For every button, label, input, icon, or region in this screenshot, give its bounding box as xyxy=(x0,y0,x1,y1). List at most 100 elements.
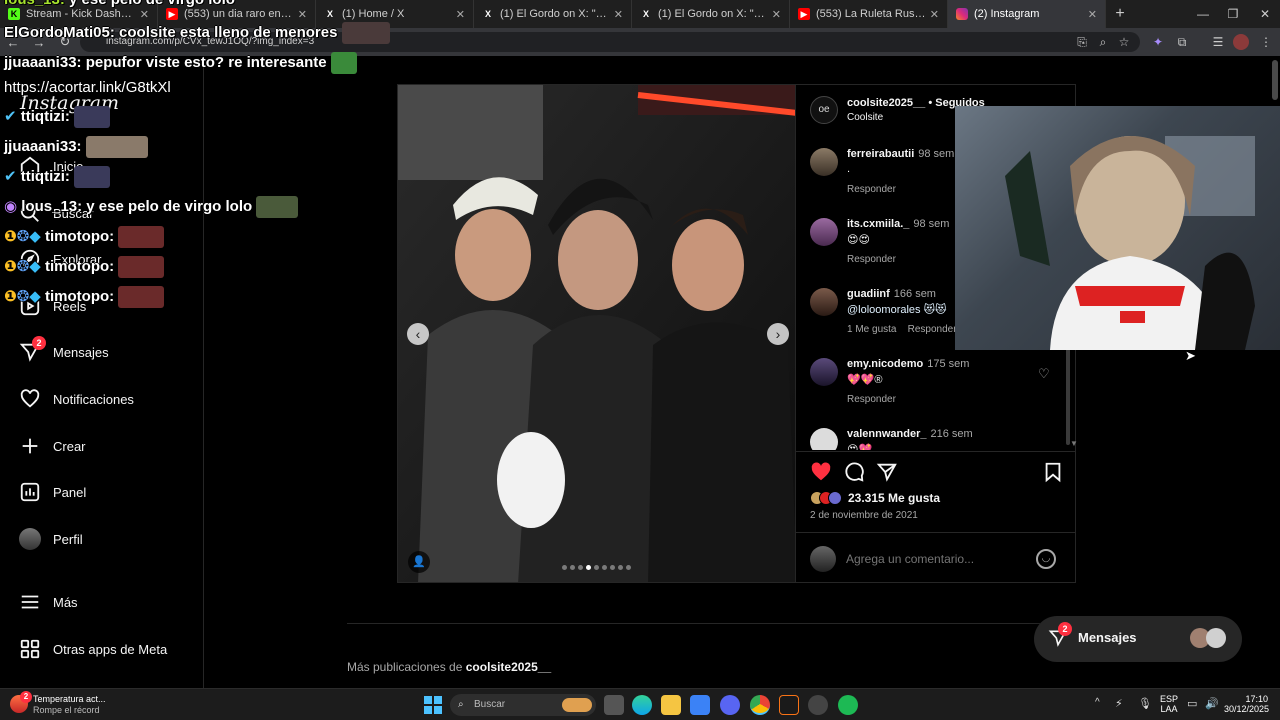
reply-link[interactable]: Responder xyxy=(908,324,957,335)
comment-username[interactable]: emy.nicodemo xyxy=(847,358,923,370)
sidebar-item-crear[interactable]: Crear xyxy=(18,433,86,459)
browser-tab[interactable]: ▶ (553) La Ruleta Rusa Real Que ✕ xyxy=(790,0,948,28)
new-tab-button[interactable]: + xyxy=(1106,5,1134,23)
carousel-prev-button[interactable]: ‹ xyxy=(407,323,429,345)
comment-icon[interactable] xyxy=(843,461,865,488)
minimize-icon[interactable]: — xyxy=(1188,0,1218,28)
avatar[interactable] xyxy=(810,288,838,316)
likes-count[interactable]: 23.315 Me gusta xyxy=(848,491,940,505)
comment-time: 175 sem xyxy=(927,358,970,370)
comment-username[interactable]: valennwander_ xyxy=(847,428,926,440)
page-scrollbar[interactable] xyxy=(1272,60,1278,100)
meta-apps-icon xyxy=(18,637,42,661)
chat-message: https://acortar.link/G8tkXl xyxy=(4,79,171,96)
chat-message: lous_13: y ese pelo de virgo lolo xyxy=(4,0,235,8)
zoom-icon[interactable]: ⌕ xyxy=(1095,34,1111,50)
reply-link[interactable]: Responder xyxy=(847,254,896,265)
chat-username: lous_13: xyxy=(21,197,83,215)
maximize-icon[interactable]: ❐ xyxy=(1218,0,1248,28)
reply-link[interactable]: Responder xyxy=(847,184,896,195)
more-posts-user[interactable]: coolsite2025__ xyxy=(466,660,551,674)
comment-username[interactable]: guadiinf xyxy=(847,288,890,300)
sidebar-item-mensajes[interactable]: 2 Mensajes xyxy=(18,336,109,365)
obs-icon[interactable] xyxy=(779,695,799,715)
avatar[interactable] xyxy=(810,428,838,450)
close-icon[interactable]: ✕ xyxy=(456,8,465,21)
clock[interactable]: 17:10 30/12/2025 xyxy=(1224,694,1269,714)
browser-menu-icon[interactable]: ⋮ xyxy=(1258,34,1274,50)
share-icon[interactable] xyxy=(876,461,898,488)
badge-icon: ◆ xyxy=(29,227,41,245)
emoji-icon[interactable]: ◡ xyxy=(1036,549,1056,569)
more-posts-prefix: Más publicaciones de xyxy=(347,660,466,674)
close-icon[interactable]: ✕ xyxy=(140,8,149,21)
messages-pill-label: Mensajes xyxy=(1078,630,1137,645)
microphone-icon[interactable]: 🎙 xyxy=(1138,697,1152,710)
chat-text: y ese pelo de virgo lolo xyxy=(86,197,253,215)
chrome-icon[interactable] xyxy=(750,695,770,715)
reply-link[interactable]: Responder xyxy=(847,394,896,405)
spotify-icon[interactable] xyxy=(838,695,858,715)
close-icon[interactable]: ✕ xyxy=(1088,8,1097,21)
window-close-icon[interactable]: ✕ xyxy=(1250,0,1280,28)
comment-username[interactable]: ferreirabautii xyxy=(847,148,914,160)
sidebar-item-notificaciones[interactable]: Notificaciones xyxy=(18,386,134,412)
close-icon[interactable]: ✕ xyxy=(298,8,307,21)
chat-message: ElGordoMati05: coolsite esta lleno de me… xyxy=(4,22,390,44)
store-icon[interactable] xyxy=(690,695,710,715)
browser-tab[interactable]: X (1) El Gordo on X: "Cuando ✕ xyxy=(474,0,632,28)
network-icon[interactable]: ⚡ xyxy=(1115,697,1123,710)
avatar[interactable] xyxy=(810,358,838,386)
sidebar-item-perfil[interactable]: Perfil xyxy=(18,526,83,552)
chat-username: timotopo: xyxy=(45,257,115,275)
author-username[interactable]: coolsite2025__ xyxy=(847,97,925,109)
comment-likes[interactable]: 1 Me gusta xyxy=(847,324,896,335)
author-avatar[interactable]: oe xyxy=(810,96,838,124)
taskbar-search[interactable]: ⌕ Buscar xyxy=(450,694,596,716)
steam-icon[interactable] xyxy=(808,695,828,715)
carousel-dot xyxy=(610,565,615,570)
scroll-down-arrow-icon[interactable]: ▼ xyxy=(1070,439,1078,448)
task-view-icon[interactable] xyxy=(604,695,624,715)
avatar[interactable] xyxy=(810,148,838,176)
comment-username[interactable]: its.cxmiila._ xyxy=(847,218,909,230)
sidebar-item-meta-apps[interactable]: Otras apps de Meta xyxy=(18,636,167,662)
language-indicator[interactable]: ESP LAA xyxy=(1160,694,1178,714)
file-explorer-icon[interactable] xyxy=(661,695,681,715)
weather-title[interactable]: Temperatura act... xyxy=(33,694,106,704)
discord-icon[interactable] xyxy=(720,695,740,715)
close-icon[interactable]: ✕ xyxy=(772,8,781,21)
avatar xyxy=(810,546,836,572)
extensions-puzzle-icon[interactable]: ⧉ xyxy=(1174,34,1190,50)
sidebar-item-label: Panel xyxy=(53,484,87,500)
tagged-user-icon[interactable]: 👤 xyxy=(408,551,430,573)
tray-overflow-icon[interactable]: ^ xyxy=(1095,697,1100,708)
cast-icon[interactable]: ⎘ xyxy=(1074,34,1090,50)
sidebar-item-panel[interactable]: Panel xyxy=(18,479,86,505)
display-icon[interactable]: ▭ xyxy=(1187,697,1197,710)
windows-start-icon[interactable] xyxy=(424,696,442,719)
like-icon[interactable] xyxy=(810,461,832,488)
extension-icon[interactable]: ✦ xyxy=(1150,34,1166,50)
edge-icon[interactable] xyxy=(632,695,652,715)
likes-row[interactable]: 23.315 Me gusta xyxy=(810,491,940,505)
like-comment-icon[interactable]: ♡ xyxy=(1038,366,1050,382)
comment-input[interactable] xyxy=(846,549,1026,569)
carousel-next-button[interactable]: › xyxy=(767,323,789,345)
sidebar-item-mas[interactable]: Más xyxy=(18,589,78,615)
profile-avatar[interactable] xyxy=(1233,34,1249,50)
browser-tab-active[interactable]: (2) Instagram ✕ xyxy=(948,0,1106,28)
post-image[interactable]: ‹ › 👤 xyxy=(397,84,796,583)
browser-tab[interactable]: X (1) El Gordo on X: "Waat hi ✕ xyxy=(632,0,790,28)
x-icon: X xyxy=(642,9,649,19)
messages-pill[interactable]: 2 Mensajes xyxy=(1034,616,1242,662)
close-icon[interactable]: ✕ xyxy=(614,8,623,21)
avatar[interactable] xyxy=(810,218,838,246)
sidebar-toggle-icon[interactable]: ☰ xyxy=(1210,34,1226,50)
close-icon[interactable]: ✕ xyxy=(930,8,939,21)
chat-message: jjuaaani33: xyxy=(4,136,148,158)
chat-message: ✔ ttiqtizi: xyxy=(4,166,111,188)
save-icon[interactable] xyxy=(1042,461,1064,488)
volume-icon[interactable]: 🔊 xyxy=(1205,697,1219,710)
bookmark-star-icon[interactable]: ☆ xyxy=(1116,34,1132,50)
